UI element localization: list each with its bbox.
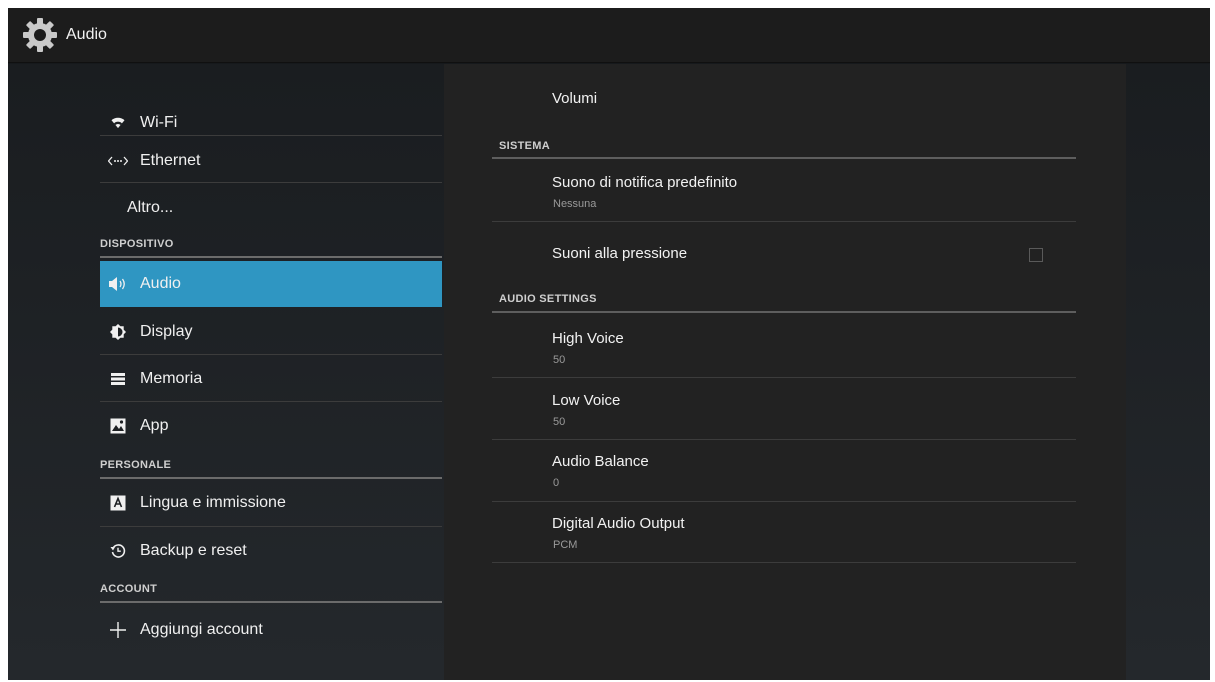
sidebar-item-add-account[interactable]: Aggiungi account — [100, 607, 442, 653]
section-header-sistema: SISTEMA — [499, 140, 550, 152]
section-rule — [492, 157, 1076, 159]
speaker-icon — [108, 274, 128, 294]
settings-screen: Audio Wi-Fi Ethernet Altro... DISPOSITIV… — [8, 8, 1210, 680]
pref-high-voice-value: 50 — [553, 354, 566, 366]
divider — [492, 439, 1076, 440]
sidebar-item-label: Altro... — [127, 199, 174, 216]
pref-low-voice-value: 50 — [553, 416, 566, 428]
pref-digital-audio-output-value: PCM — [553, 539, 578, 551]
ethernet-icon — [108, 151, 128, 171]
pref-low-voice[interactable]: Low Voice — [552, 392, 620, 409]
divider — [100, 526, 442, 527]
sidebar-item-backup[interactable]: Backup e reset — [100, 528, 442, 574]
plus-icon — [108, 620, 128, 640]
sidebar-item-label: Display — [140, 323, 193, 340]
sidebar-item-label: Audio — [140, 275, 181, 292]
sidebar-item-audio[interactable]: Audio — [100, 261, 442, 307]
pref-volumi[interactable]: Volumi — [552, 90, 597, 107]
sidebar-item-label: Backup e reset — [140, 542, 247, 559]
touch-sounds-checkbox[interactable] — [1029, 248, 1043, 262]
action-bar: Audio — [8, 8, 1210, 63]
divider — [492, 221, 1076, 222]
divider — [492, 562, 1076, 563]
section-rule — [100, 601, 442, 603]
divider — [100, 182, 442, 183]
pref-digital-audio-output[interactable]: Digital Audio Output — [552, 515, 685, 532]
apps-icon — [108, 416, 128, 436]
sidebar-item-label: Aggiungi account — [140, 621, 263, 638]
right-gutter — [1126, 64, 1210, 680]
storage-icon — [108, 369, 128, 389]
section-rule — [100, 477, 442, 479]
sidebar-item-label: App — [140, 417, 169, 434]
sidebar-item-memoria[interactable]: Memoria — [100, 356, 442, 402]
sidebar-item-altro[interactable]: Altro... — [100, 185, 442, 231]
sidebar-item-label: Wi-Fi — [140, 114, 178, 131]
sidebar-item-label: Memoria — [140, 370, 203, 387]
section-header-personale: PERSONALE — [100, 459, 172, 471]
section-header-account: ACCOUNT — [100, 583, 158, 595]
pref-notification-summary: Nessuna — [553, 198, 597, 210]
divider — [100, 354, 442, 355]
divider — [100, 135, 442, 136]
pref-audio-balance-value: 0 — [553, 477, 560, 489]
sidebar-item-display[interactable]: Display — [100, 309, 442, 355]
section-rule — [100, 256, 442, 258]
pref-touch-sounds[interactable]: Suoni alla pressione — [552, 245, 687, 262]
section-header-dispositivo: DISPOSITIVO — [100, 238, 174, 250]
divider — [100, 401, 442, 402]
sidebar-item-ethernet[interactable]: Ethernet — [100, 138, 442, 184]
page-title: Audio — [66, 26, 107, 43]
sidebar-item-label: Ethernet — [140, 152, 201, 169]
section-rule — [492, 311, 1076, 313]
divider — [492, 377, 1076, 378]
backup-icon — [108, 541, 128, 561]
brightness-icon — [108, 322, 128, 342]
sidebar-item-label: Lingua e immissione — [140, 494, 286, 511]
gear-icon[interactable] — [18, 13, 62, 57]
sidebar-item-app[interactable]: App — [100, 403, 442, 449]
pref-high-voice[interactable]: High Voice — [552, 330, 624, 347]
section-header-audio-settings: AUDIO SETTINGS — [499, 293, 597, 305]
sidebar-item-lingua[interactable]: Lingua e immissione — [100, 480, 442, 526]
pref-notification-sound[interactable]: Suono di notifica predefinito — [552, 174, 737, 191]
pref-audio-balance[interactable]: Audio Balance — [552, 453, 649, 470]
divider — [492, 501, 1076, 502]
language-icon — [108, 493, 128, 513]
wifi-icon — [108, 113, 128, 133]
